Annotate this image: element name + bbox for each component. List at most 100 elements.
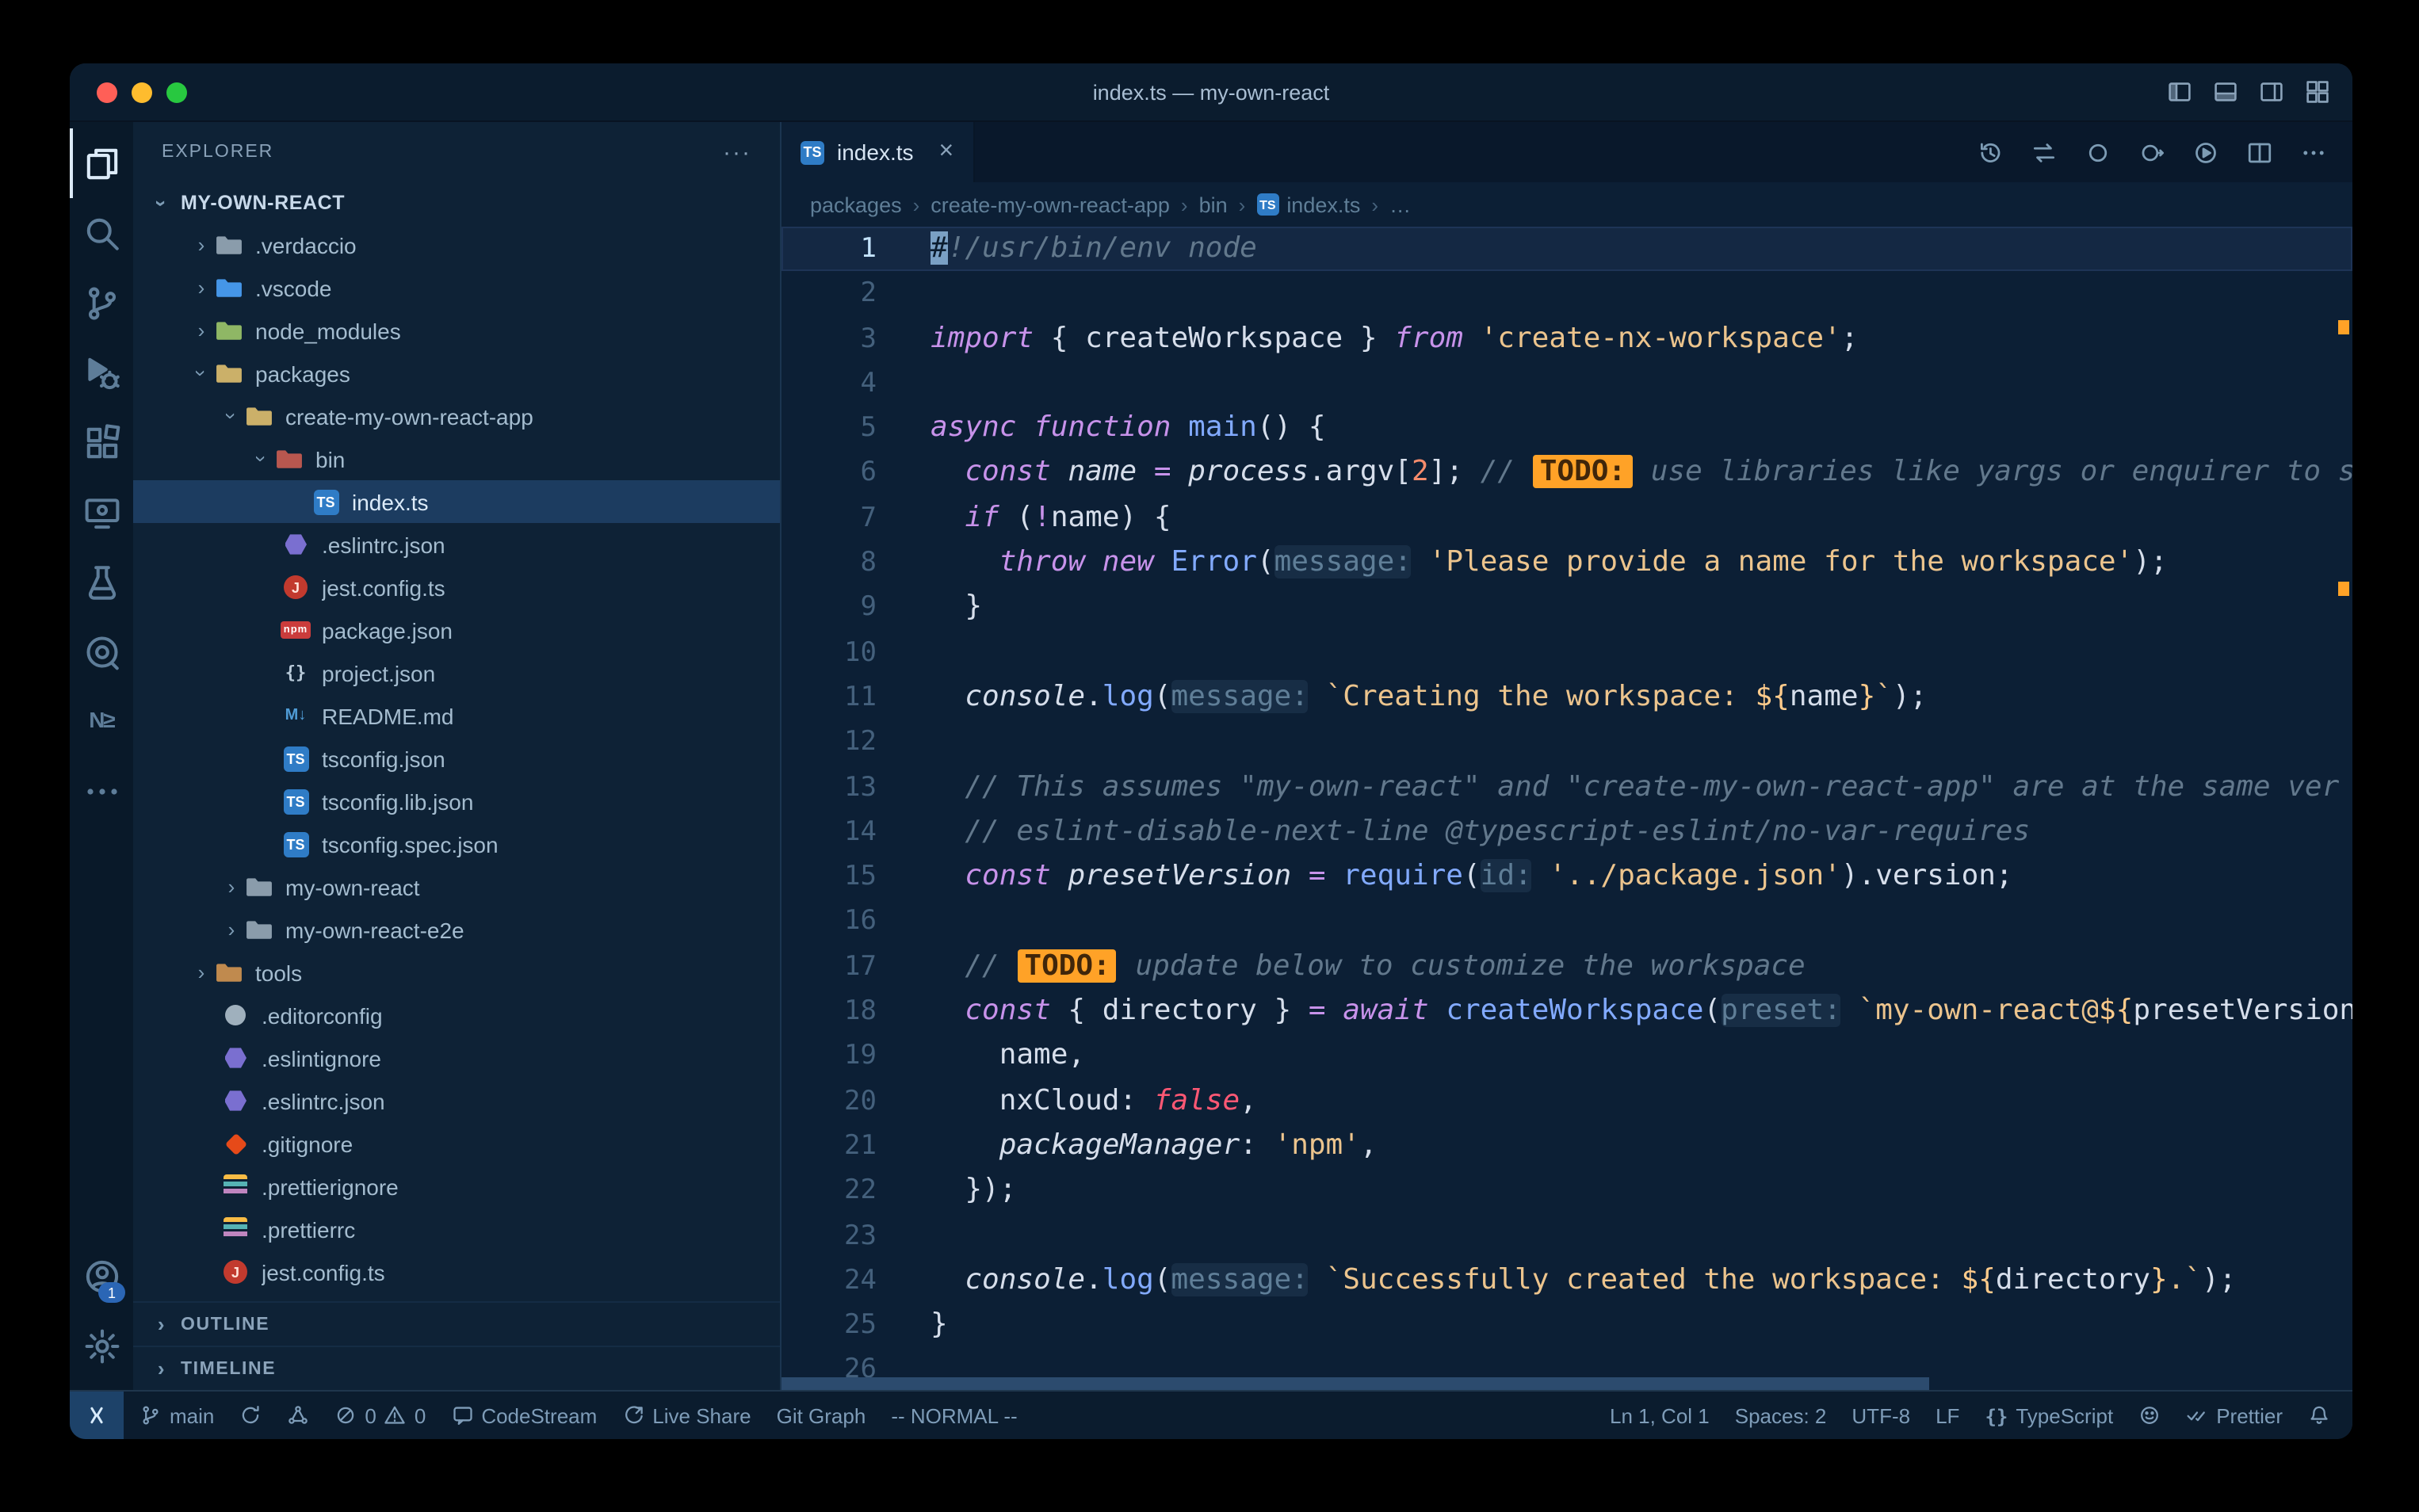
status-codestream[interactable]: CodeStream bbox=[438, 1392, 610, 1439]
tree-item-my-own-react[interactable]: ›my-own-react bbox=[133, 865, 780, 908]
next-change-icon[interactable] bbox=[2138, 139, 2165, 166]
code-line[interactable]: 2 bbox=[781, 272, 2352, 317]
tree-item-node-modules[interactable]: ›node_modules bbox=[133, 309, 780, 352]
activity-extensions[interactable] bbox=[70, 407, 133, 477]
code-line[interactable]: 20 nxCloud: false, bbox=[781, 1079, 2352, 1124]
sidebar-section-outline[interactable]: ›OUTLINE bbox=[133, 1301, 780, 1346]
status-branch[interactable]: main bbox=[127, 1392, 227, 1439]
code-line[interactable]: 24 console.log(message: `Successfully cr… bbox=[781, 1258, 2352, 1304]
tree-item-.gitignore[interactable]: .gitignore bbox=[133, 1122, 780, 1165]
code-line[interactable]: 19 name, bbox=[781, 1034, 2352, 1079]
status-eol[interactable]: LF bbox=[1923, 1392, 1972, 1439]
tree-item-.eslintignore[interactable]: .eslintignore bbox=[133, 1037, 780, 1079]
status-problems[interactable]: 00 bbox=[322, 1392, 438, 1439]
code-line[interactable]: 6 const name = process.argv[2]; // TODO:… bbox=[781, 451, 2352, 496]
tree-item-tools[interactable]: ›tools bbox=[133, 951, 780, 994]
explorer-actions-button[interactable]: ··· bbox=[723, 139, 751, 166]
close-icon[interactable]: × bbox=[927, 138, 954, 166]
horizontal-scrollbar[interactable] bbox=[781, 1377, 2333, 1390]
activity-nx-console[interactable]: N≥ bbox=[70, 686, 133, 756]
activity-remote-explorer[interactable] bbox=[70, 477, 133, 547]
timeline-history-icon[interactable] bbox=[1977, 139, 2004, 166]
tree-item-.editorconfig[interactable]: .editorconfig bbox=[133, 994, 780, 1037]
compare-changes-icon[interactable] bbox=[2031, 139, 2058, 166]
status-network[interactable] bbox=[274, 1392, 322, 1439]
status-cursor-position[interactable]: Ln 1, Col 1 bbox=[1597, 1392, 1722, 1439]
tree-item-project.json[interactable]: {}project.json bbox=[133, 651, 780, 694]
code-line[interactable]: 10 bbox=[781, 630, 2352, 675]
status-notifications[interactable] bbox=[2295, 1392, 2343, 1439]
breadcrumb-item[interactable]: … bbox=[1389, 193, 1411, 216]
split-editor-icon[interactable] bbox=[2246, 139, 2273, 166]
tree-item-packages[interactable]: ›packages bbox=[133, 352, 780, 395]
run-file-icon[interactable] bbox=[2192, 139, 2219, 166]
activity-source-control[interactable] bbox=[70, 268, 133, 338]
code-line[interactable]: 7 if (!name) { bbox=[781, 496, 2352, 541]
zoom-button[interactable] bbox=[166, 82, 187, 102]
tree-item-.eslintrc.json[interactable]: .eslintrc.json bbox=[133, 523, 780, 566]
explorer-root-folder[interactable]: › MY-OWN-REACT bbox=[133, 182, 780, 223]
minimize-button[interactable] bbox=[132, 82, 152, 102]
tree-item-tsconfig.json[interactable]: TStsconfig.json bbox=[133, 737, 780, 780]
activity-accounts[interactable]: 1 bbox=[70, 1241, 133, 1311]
code-line[interactable]: 25} bbox=[781, 1303, 2352, 1348]
code-line[interactable]: 22 }); bbox=[781, 1168, 2352, 1213]
more-actions-icon[interactable] bbox=[2300, 139, 2327, 166]
code-line[interactable]: 23 bbox=[781, 1213, 2352, 1258]
code-line[interactable]: 5async function main() { bbox=[781, 406, 2352, 451]
activity-testing[interactable] bbox=[70, 547, 133, 617]
breadcrumb-item[interactable]: packages bbox=[810, 193, 902, 216]
activity-codestream[interactable] bbox=[70, 617, 133, 686]
layout-sidebar-right-icon[interactable] bbox=[2259, 79, 2284, 105]
breadcrumb-item[interactable]: bin bbox=[1199, 193, 1228, 216]
tree-item-.vscode[interactable]: ›.vscode bbox=[133, 266, 780, 309]
scrollbar-thumb[interactable] bbox=[781, 1377, 1930, 1390]
tree-item-jest.config.ts[interactable]: Jjest.config.ts bbox=[133, 1250, 780, 1293]
code-line[interactable]: 16 bbox=[781, 899, 2352, 945]
tree-item-index.ts[interactable]: TSindex.ts bbox=[133, 480, 780, 523]
code-line[interactable]: 21 packageManager: 'npm', bbox=[781, 1124, 2352, 1169]
tree-item-create-my-own-react-app[interactable]: ›create-my-own-react-app bbox=[133, 395, 780, 437]
layout-customize-icon[interactable] bbox=[2305, 79, 2330, 105]
code-line[interactable]: 13 // This assumes "my-own-react" and "c… bbox=[781, 765, 2352, 810]
status-feedback[interactable] bbox=[2126, 1392, 2173, 1439]
activity-settings[interactable] bbox=[70, 1311, 133, 1380]
code-line[interactable]: 18 const { directory } = await createWor… bbox=[781, 989, 2352, 1034]
status-live-share[interactable]: Live Share bbox=[610, 1392, 763, 1439]
status-git-graph[interactable]: Git Graph bbox=[764, 1392, 879, 1439]
breadcrumb-item[interactable]: TSindex.ts bbox=[1256, 193, 1360, 216]
activity-run-debug[interactable] bbox=[70, 338, 133, 407]
tree-item-tsconfig.spec.json[interactable]: TStsconfig.spec.json bbox=[133, 823, 780, 865]
code-line[interactable]: 11 console.log(message: `Creating the wo… bbox=[781, 675, 2352, 720]
tree-item-readme.md[interactable]: M↓README.md bbox=[133, 694, 780, 737]
activity-more[interactable] bbox=[70, 756, 133, 826]
layout-panel-icon[interactable] bbox=[2213, 79, 2238, 105]
code-line[interactable]: 12 bbox=[781, 720, 2352, 766]
code-line[interactable]: 8 throw new Error(message: 'Please provi… bbox=[781, 540, 2352, 586]
code-editor[interactable]: 1#!/usr/bin/env node23import { createWor… bbox=[781, 227, 2352, 1390]
layout-sidebar-left-icon[interactable] bbox=[2167, 79, 2192, 105]
tree-item-tsconfig.lib.json[interactable]: TStsconfig.lib.json bbox=[133, 780, 780, 823]
tree-item-.verdaccio[interactable]: ›.verdaccio bbox=[133, 223, 780, 266]
sidebar-section-timeline[interactable]: ›TIMELINE bbox=[133, 1346, 780, 1390]
tree-item-package.json[interactable]: npmpackage.json bbox=[133, 609, 780, 651]
close-button[interactable] bbox=[97, 82, 117, 102]
status-vim-mode[interactable]: -- NORMAL -- bbox=[878, 1392, 1030, 1439]
code-line[interactable]: 14 // eslint-disable-next-line @typescri… bbox=[781, 810, 2352, 855]
status-language-mode[interactable]: {}TypeScript bbox=[1972, 1392, 2126, 1439]
status-remote[interactable] bbox=[70, 1392, 124, 1439]
activity-explorer[interactable] bbox=[70, 128, 133, 198]
status-sync[interactable] bbox=[227, 1392, 274, 1439]
code-line[interactable]: 3import { createWorkspace } from 'create… bbox=[781, 316, 2352, 361]
previous-change-icon[interactable] bbox=[2085, 139, 2111, 166]
status-encoding[interactable]: UTF-8 bbox=[1839, 1392, 1923, 1439]
activity-search[interactable] bbox=[70, 198, 133, 268]
code-line[interactable]: 15 const presetVersion = require(id: '..… bbox=[781, 854, 2352, 899]
status-indentation[interactable]: Spaces: 2 bbox=[1722, 1392, 1840, 1439]
code-line[interactable]: 4 bbox=[781, 361, 2352, 407]
tree-item-my-own-react-e2e[interactable]: ›my-own-react-e2e bbox=[133, 908, 780, 951]
tree-item-.eslintrc.json[interactable]: .eslintrc.json bbox=[133, 1079, 780, 1122]
tree-item-.prettierrc[interactable]: .prettierrc bbox=[133, 1208, 780, 1250]
code-line[interactable]: 17 // TODO: update below to customize th… bbox=[781, 945, 2352, 990]
tree-item-bin[interactable]: ›bin bbox=[133, 437, 780, 480]
